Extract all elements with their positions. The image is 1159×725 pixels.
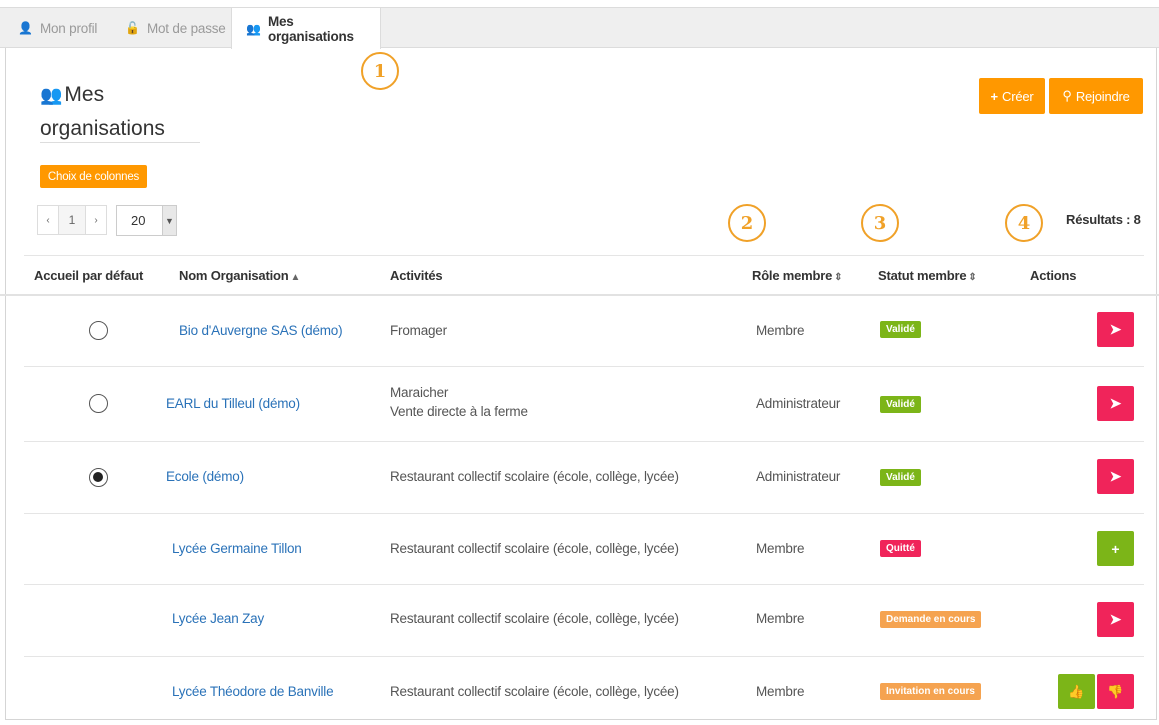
table-row: Ecole (démo) Restaurant collectif scolai…	[24, 442, 1144, 514]
column-chooser-button[interactable]: Choix de colonnes	[40, 165, 147, 188]
leave-button[interactable]: ➤	[1097, 386, 1134, 421]
leave-button[interactable]: ➤	[1097, 312, 1134, 347]
status-badge: Demande en cours	[880, 611, 982, 628]
activity-text: Restaurant collectif scolaire (école, co…	[390, 611, 679, 626]
chevron-down-icon: ▼	[162, 206, 176, 235]
activity-text: Restaurant collectif scolaire (école, co…	[390, 541, 679, 556]
callout-4: 4	[1005, 204, 1043, 242]
tab-mes-organisations[interactable]: 👥 Mes organisations	[231, 8, 381, 49]
users-icon: 👥	[246, 21, 261, 36]
user-icon: 👤	[18, 21, 33, 35]
accept-invitation-button[interactable]: 👍	[1058, 674, 1095, 709]
org-name-link[interactable]: Lycée Jean Zay	[172, 611, 264, 626]
tab-bar: 👤 Mon profil 🔓 Mot de passe 👥 Mes organi…	[0, 0, 1159, 49]
header-default-home: Accueil par défaut	[34, 268, 144, 283]
search-icon: ⚲	[1062, 88, 1072, 103]
member-role: Membre	[756, 541, 805, 556]
activity-text: Maraicher	[390, 385, 449, 400]
users-icon: 👥	[40, 85, 63, 105]
default-home-radio[interactable]	[89, 321, 108, 340]
table-header: Accueil par défaut Nom Organisation ▲ Act…	[0, 256, 1159, 296]
plus-icon: +	[1111, 540, 1120, 557]
callout-2: 2	[728, 204, 766, 242]
status-badge: Validé	[880, 321, 921, 338]
org-name-link[interactable]: Lycée Théodore de Banville	[172, 684, 334, 699]
plus-icon: +	[990, 88, 999, 104]
member-role: Administrateur	[756, 469, 841, 484]
member-role: Membre	[756, 611, 805, 626]
callout-3: 3	[861, 204, 899, 242]
title-divider	[40, 142, 200, 143]
header-member-status[interactable]: Statut membre ⇕	[878, 268, 977, 283]
default-home-radio[interactable]	[89, 468, 108, 487]
table-row: Lycée Théodore de Banville Restaurant co…	[24, 657, 1144, 720]
status-badge: Quitté	[880, 540, 921, 557]
member-role: Administrateur	[756, 396, 841, 411]
leave-button[interactable]: ➤	[1097, 602, 1134, 637]
page-title: 👥Mes organisations	[40, 83, 165, 140]
create-button[interactable]: + Créer	[979, 78, 1045, 114]
sign-out-icon: ➤	[1109, 611, 1122, 627]
header-member-role[interactable]: Rôle membre ⇕	[752, 268, 843, 283]
sort-icon: ⇕	[834, 272, 843, 283]
callout-1: 1	[361, 52, 399, 90]
leave-button[interactable]: ➤	[1097, 459, 1134, 494]
window-top-strip	[0, 0, 1159, 8]
table-row: EARL du Tilleul (démo) Maraicher Vente d…	[24, 367, 1144, 442]
org-name-link[interactable]: EARL du Tilleul (démo)	[166, 396, 300, 411]
status-badge: Validé	[880, 469, 921, 486]
header-org-name[interactable]: Nom Organisation ▲	[179, 268, 300, 283]
header-activities: Activités	[390, 268, 443, 283]
pagination: ‹ 1 ›	[37, 205, 107, 235]
activity-text: Restaurant collectif scolaire (école, co…	[390, 469, 679, 484]
sort-icon: ⇕	[968, 272, 977, 283]
lock-icon: 🔓	[125, 21, 140, 35]
next-page-button[interactable]: ›	[85, 205, 107, 235]
status-badge: Validé	[880, 396, 921, 413]
page-number-button[interactable]: 1	[58, 205, 86, 235]
prev-page-button[interactable]: ‹	[37, 205, 59, 235]
results-count: Résultats : 8	[1066, 212, 1141, 227]
org-name-link[interactable]: Ecole (démo)	[166, 469, 244, 484]
header-actions: Actions	[1030, 268, 1077, 283]
activity-text: Vente directe à la ferme	[390, 404, 528, 419]
member-role: Membre	[756, 323, 805, 338]
thumbs-down-icon: 👎	[1107, 683, 1124, 699]
activity-text: Restaurant collectif scolaire (école, co…	[390, 684, 679, 699]
activity-text: Fromager	[390, 323, 447, 338]
status-badge: Invitation en cours	[880, 683, 981, 700]
per-page-select[interactable]: 20 ▼	[116, 205, 177, 236]
table-row: Lycée Germaine Tillon Restaurant collect…	[24, 514, 1144, 585]
table-row: Bio d'Auvergne SAS (démo) Fromager Membr…	[24, 296, 1144, 367]
rejoin-button[interactable]: +	[1097, 531, 1134, 566]
org-name-link[interactable]: Lycée Germaine Tillon	[172, 541, 302, 556]
tab-mot-de-passe[interactable]: 🔓 Mot de passe	[117, 8, 234, 48]
sign-out-icon: ➤	[1109, 321, 1122, 337]
thumbs-up-icon: 👍	[1068, 683, 1085, 699]
sign-out-icon: ➤	[1109, 468, 1122, 484]
org-name-link[interactable]: Bio d'Auvergne SAS (démo)	[179, 323, 343, 338]
default-home-radio[interactable]	[89, 394, 108, 413]
member-role: Membre	[756, 684, 805, 699]
tab-mon-profil[interactable]: 👤 Mon profil	[10, 8, 105, 48]
join-button[interactable]: ⚲ Rejoindre	[1049, 78, 1143, 114]
table-row: Lycée Jean Zay Restaurant collectif scol…	[24, 585, 1144, 657]
sort-asc-icon: ▲	[290, 272, 301, 283]
sign-out-icon: ➤	[1109, 395, 1122, 411]
decline-invitation-button[interactable]: 👎	[1097, 674, 1134, 709]
